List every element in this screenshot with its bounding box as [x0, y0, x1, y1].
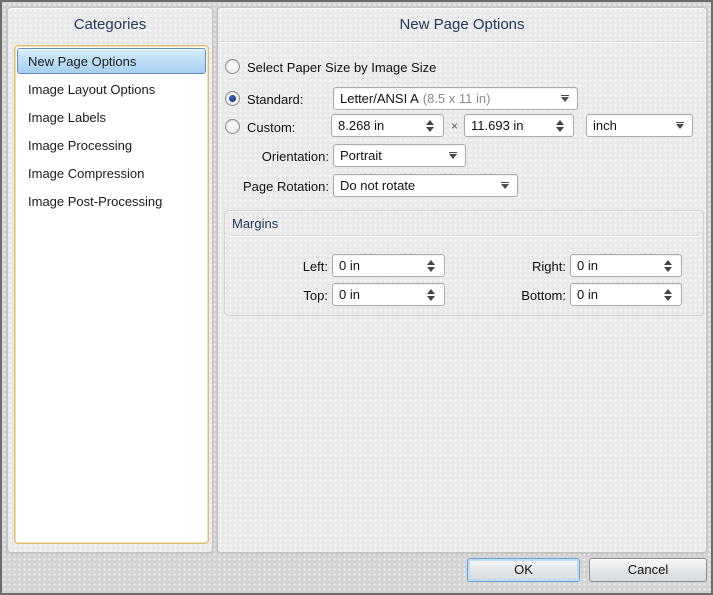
spinner-up-icon[interactable]	[427, 260, 435, 265]
margin-left-stepper[interactable]: 0 in	[332, 254, 445, 277]
spinner-down-icon[interactable]	[427, 296, 435, 301]
margin-right-stepper[interactable]: 0 in	[570, 254, 682, 277]
spinner-arrows-icon[interactable]	[556, 120, 565, 132]
spinner-up-icon[interactable]	[427, 289, 435, 294]
radio-custom[interactable]	[225, 119, 240, 134]
ok-button[interactable]: OK	[467, 558, 580, 582]
custom-unit-select[interactable]: inch	[586, 114, 693, 137]
spinner-down-icon[interactable]	[556, 127, 564, 132]
orientation-value: Portrait	[340, 148, 382, 163]
cancel-button[interactable]: Cancel	[589, 558, 707, 582]
categories-header: Categories	[8, 8, 212, 33]
spinner-arrows-icon[interactable]	[427, 260, 436, 272]
new-page-options-panel: New Page Options Select Paper Size by Im…	[217, 7, 707, 553]
spinner-up-icon[interactable]	[426, 120, 434, 125]
page-rotation-label: Page Rotation:	[229, 179, 329, 194]
custom-unit-value: inch	[593, 118, 617, 133]
sidebar-item-image-post-processing[interactable]: Image Post-Processing	[17, 188, 206, 214]
margin-left-value: 0 in	[339, 258, 360, 273]
custom-height-value: 11.693 in	[471, 118, 524, 133]
custom-width-value: 8.268 in	[338, 118, 384, 133]
sidebar-item-new-page-options[interactable]: New Page Options	[17, 48, 206, 74]
spinner-down-icon[interactable]	[664, 296, 672, 301]
radio-standard-label[interactable]: Standard:	[247, 92, 303, 107]
margins-groupbox: Margins Left: 0 in Right: 0 in Top: 0 in	[224, 210, 704, 316]
sidebar-item-image-processing[interactable]: Image Processing	[17, 132, 206, 158]
chevron-down-icon	[449, 154, 457, 159]
page-title: New Page Options	[218, 8, 706, 33]
chevron-down-icon	[676, 124, 684, 129]
margins-separator	[230, 235, 698, 236]
page-rotation-select[interactable]: Do not rotate	[333, 174, 518, 197]
spinner-arrows-icon[interactable]	[664, 260, 673, 272]
sidebar-item-image-labels[interactable]: Image Labels	[17, 104, 206, 130]
spinner-up-icon[interactable]	[556, 120, 564, 125]
margin-top-label: Top:	[262, 288, 328, 303]
radio-standard[interactable]	[225, 91, 240, 106]
title-separator	[219, 41, 705, 42]
radio-by-image-size-label[interactable]: Select Paper Size by Image Size	[247, 60, 436, 75]
orientation-label: Orientation:	[229, 149, 329, 164]
spinner-down-icon[interactable]	[426, 127, 434, 132]
custom-width-stepper[interactable]: 8.268 in	[331, 114, 444, 137]
orientation-select[interactable]: Portrait	[333, 144, 466, 167]
margin-right-value: 0 in	[577, 258, 598, 273]
margin-bottom-value: 0 in	[577, 287, 598, 302]
categories-panel: Categories New Page Options Image Layout…	[7, 7, 213, 553]
standard-paper-size-detail: (8.5 x 11 in)	[423, 91, 491, 106]
categories-list: New Page Options Image Layout Options Im…	[15, 46, 208, 218]
categories-listbox: New Page Options Image Layout Options Im…	[14, 45, 209, 544]
standard-paper-size-value: Letter/ANSI A	[340, 91, 419, 106]
spinner-down-icon[interactable]	[664, 267, 672, 272]
margin-bottom-label: Bottom:	[480, 288, 566, 303]
chevron-down-icon	[561, 97, 569, 102]
sidebar-item-image-layout-options[interactable]: Image Layout Options	[17, 76, 206, 102]
spinner-arrows-icon[interactable]	[426, 120, 435, 132]
margins-title: Margins	[232, 216, 278, 231]
spinner-down-icon[interactable]	[427, 267, 435, 272]
spinner-arrows-icon[interactable]	[427, 289, 436, 301]
margin-left-label: Left:	[262, 259, 328, 274]
standard-paper-size-select[interactable]: Letter/ANSI A (8.5 x 11 in)	[333, 87, 578, 110]
margin-top-stepper[interactable]: 0 in	[332, 283, 445, 306]
margin-bottom-stepper[interactable]: 0 in	[570, 283, 682, 306]
sidebar-item-image-compression[interactable]: Image Compression	[17, 160, 206, 186]
multiply-sign: ×	[451, 119, 458, 133]
radio-custom-label[interactable]: Custom:	[247, 120, 295, 135]
chevron-down-icon	[501, 184, 509, 189]
spinner-arrows-icon[interactable]	[664, 289, 673, 301]
new-page-options-dialog: Categories New Page Options Image Layout…	[0, 0, 713, 595]
margin-right-label: Right:	[480, 259, 566, 274]
margin-top-value: 0 in	[339, 287, 360, 302]
spinner-up-icon[interactable]	[664, 260, 672, 265]
radio-by-image-size[interactable]	[225, 59, 240, 74]
custom-height-stepper[interactable]: 11.693 in	[464, 114, 574, 137]
page-rotation-value: Do not rotate	[340, 178, 415, 193]
spinner-up-icon[interactable]	[664, 289, 672, 294]
